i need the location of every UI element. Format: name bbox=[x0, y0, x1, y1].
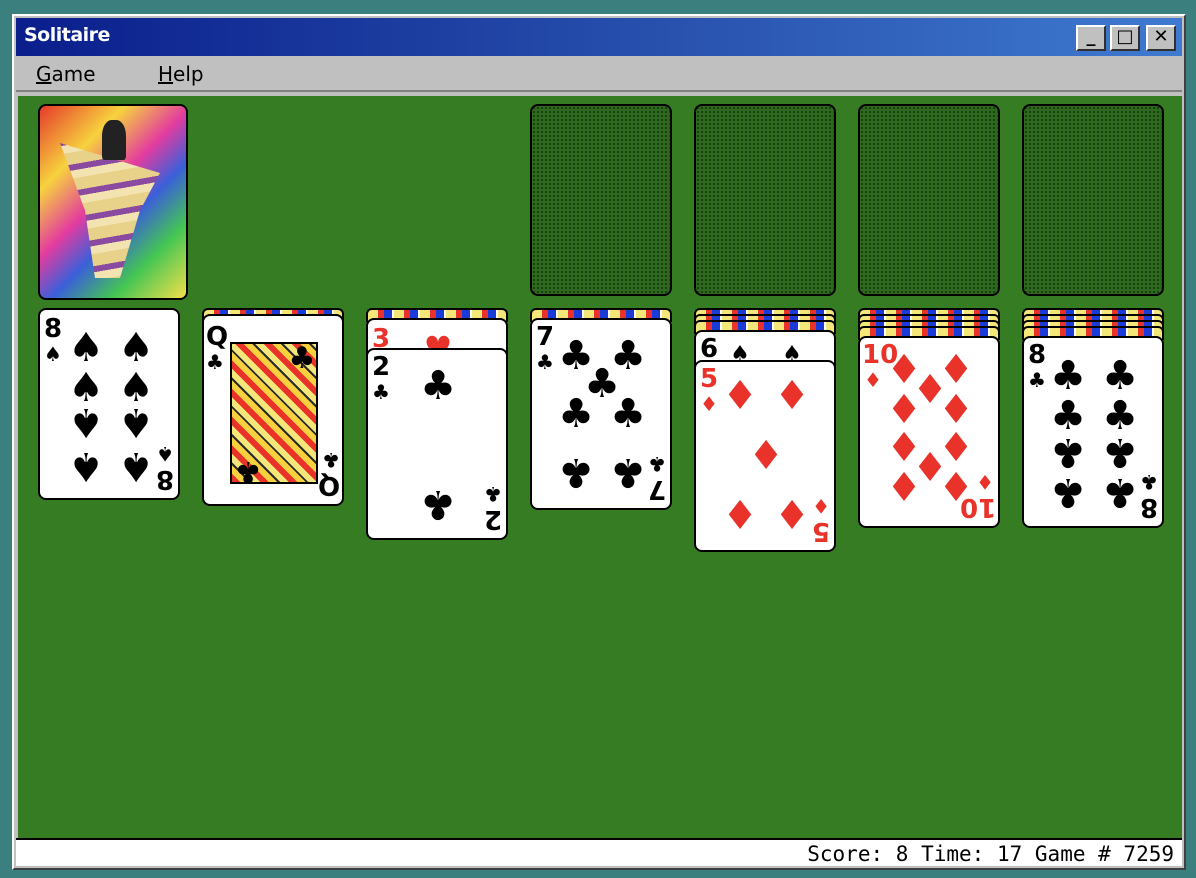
pip: ♦ bbox=[886, 465, 922, 511]
card-rank-bottom: 10 bbox=[959, 492, 996, 522]
pip: ♣ bbox=[1102, 469, 1138, 515]
menu-game-mnemonic: G bbox=[36, 62, 52, 86]
card-back-art-detail bbox=[102, 120, 126, 160]
card-rank: 5 bbox=[700, 364, 719, 394]
pip: ♣ bbox=[1102, 353, 1138, 399]
card-rank-bottom: 8 bbox=[1139, 492, 1158, 522]
pip: ♣ bbox=[1050, 353, 1086, 399]
pip: ♣ bbox=[1050, 469, 1086, 515]
menu-help[interactable]: Help bbox=[158, 62, 204, 86]
card-rank: 6 bbox=[700, 334, 719, 364]
pip: ♣ bbox=[1102, 429, 1138, 475]
close-button[interactable]: ✕ bbox=[1146, 25, 1176, 51]
pip: ♠ bbox=[118, 399, 154, 445]
menu-help-mnemonic: H bbox=[158, 62, 174, 86]
menu-help-label: elp bbox=[173, 62, 204, 86]
card-suit: ♣ bbox=[1028, 368, 1046, 392]
status-text: Score: 8 Time: 17 Game # 7259 bbox=[807, 842, 1174, 866]
card-suit-bottom: ♣ bbox=[322, 448, 340, 472]
card-suit-bottom: ♦ bbox=[812, 494, 830, 518]
pip: ♣ bbox=[610, 449, 646, 495]
pip: ♠ bbox=[118, 443, 154, 489]
title-bar[interactable]: Solitaire _ □ ✕ bbox=[16, 18, 1182, 56]
menu-game[interactable]: Game bbox=[36, 62, 96, 86]
card-suit-bottom: ♣ bbox=[1140, 470, 1158, 494]
time-value: 17 bbox=[996, 842, 1023, 866]
card-rank-bottom: Q bbox=[317, 470, 340, 500]
pip: ♦ bbox=[774, 493, 810, 539]
tableau-4-card[interactable]: 7 ♣ ♣ ♣ ♣ ♣ ♣ ♣ ♣ ♣ 7 bbox=[530, 318, 672, 510]
pip: ♣ bbox=[1050, 429, 1086, 475]
card-suit: ♣ bbox=[372, 380, 390, 404]
card-rank-bottom: 5 bbox=[811, 516, 830, 546]
tableau-1-card[interactable]: 8 ♠ ♠ ♠ ♠ ♠ ♠ ♠ ♠ ♠ ♠ 8 bbox=[38, 308, 180, 500]
pip: ♣ bbox=[558, 449, 594, 495]
card-rank-bottom: 2 bbox=[483, 504, 502, 534]
card-suit: ♦ bbox=[700, 392, 718, 416]
card-suit: ♦ bbox=[864, 368, 882, 392]
tableau-3-card[interactable]: 2 ♣ ♣ ♣ ♣ 2 bbox=[366, 348, 508, 540]
foundation-3[interactable] bbox=[858, 104, 1000, 296]
window-title: Solitaire bbox=[24, 24, 110, 46]
pip: ♦ bbox=[748, 433, 784, 479]
card-suit: ♣ bbox=[206, 350, 224, 374]
card-suit: ♣ bbox=[536, 350, 554, 374]
card-rank: 7 bbox=[536, 322, 555, 352]
card-suit-bottom: ♣ bbox=[648, 452, 666, 476]
card-rank: Q bbox=[206, 322, 229, 352]
score-label: Score: bbox=[807, 842, 884, 866]
pip: ♦ bbox=[886, 387, 922, 433]
pip: ♣ bbox=[558, 391, 594, 437]
foundation-1[interactable] bbox=[530, 104, 672, 296]
tableau-5-card[interactable]: 5 ♦ ♦ ♦ ♦ ♦ ♦ ♦ 5 bbox=[694, 360, 836, 552]
menu-game-label: ame bbox=[51, 62, 96, 86]
game-number: 7259 bbox=[1123, 842, 1174, 866]
card-rank-bottom: 7 bbox=[647, 474, 666, 504]
pip: ♦ bbox=[938, 387, 974, 433]
pip: ♠ bbox=[118, 325, 154, 371]
solitaire-window: Solitaire _ □ ✕ Game Help 8 ♠ ♠ ♠ ♠ ♠ ♠ … bbox=[12, 14, 1186, 870]
menu-bar: Game Help bbox=[16, 56, 1182, 92]
card-suit-bottom: ♠ bbox=[156, 442, 174, 466]
tableau-7-card[interactable]: 8 ♣ ♣ ♣ ♣ ♣ ♣ ♣ ♣ ♣ ♣ 8 bbox=[1022, 336, 1164, 528]
pip: ♠ bbox=[68, 443, 104, 489]
stock-pile[interactable] bbox=[38, 104, 188, 300]
pip: ♦ bbox=[722, 493, 758, 539]
pip: ♣ bbox=[610, 391, 646, 437]
tableau-6-card[interactable]: 10 ♦ ♦ ♦ ♦ ♦ ♦ ♦ ♦ ♦ ♦ ♦ ♦ 10 bbox=[858, 336, 1000, 528]
pip: ♠ bbox=[68, 399, 104, 445]
maximize-button[interactable]: □ bbox=[1110, 25, 1140, 51]
tableau-2-card[interactable]: Q ♣ ♣ ♣ ♣ Q bbox=[202, 314, 344, 506]
foundation-4[interactable] bbox=[1022, 104, 1164, 296]
pip: ♦ bbox=[722, 373, 758, 419]
card-suit: ♠ bbox=[44, 342, 62, 366]
game-table: 8 ♠ ♠ ♠ ♠ ♠ ♠ ♠ ♠ ♠ ♠ 8 Q ♣ ♣ ♣ ♣ Q 3 2 … bbox=[18, 96, 1182, 840]
card-rank-bottom: 8 bbox=[155, 464, 174, 494]
pip: ♣ bbox=[234, 454, 262, 489]
pip: ♣ bbox=[420, 481, 456, 527]
score-value: 8 bbox=[895, 842, 909, 866]
card-rank: 8 bbox=[1028, 340, 1047, 370]
minimize-button[interactable]: _ bbox=[1076, 25, 1106, 51]
status-bar: Score: 8 Time: 17 Game # 7259 bbox=[16, 838, 1182, 866]
pip: ♣ bbox=[288, 341, 316, 376]
foundation-2[interactable] bbox=[694, 104, 836, 296]
card-rank: 8 bbox=[44, 314, 63, 344]
pip: ♦ bbox=[774, 373, 810, 419]
pip: ♠ bbox=[68, 325, 104, 371]
card-rank: 2 bbox=[372, 352, 391, 382]
game-label: Game # bbox=[1034, 842, 1111, 866]
card-suit-bottom: ♣ bbox=[484, 482, 502, 506]
pip: ♣ bbox=[420, 363, 456, 409]
time-label: Time: bbox=[921, 842, 985, 866]
card-suit-bottom: ♦ bbox=[976, 470, 994, 494]
